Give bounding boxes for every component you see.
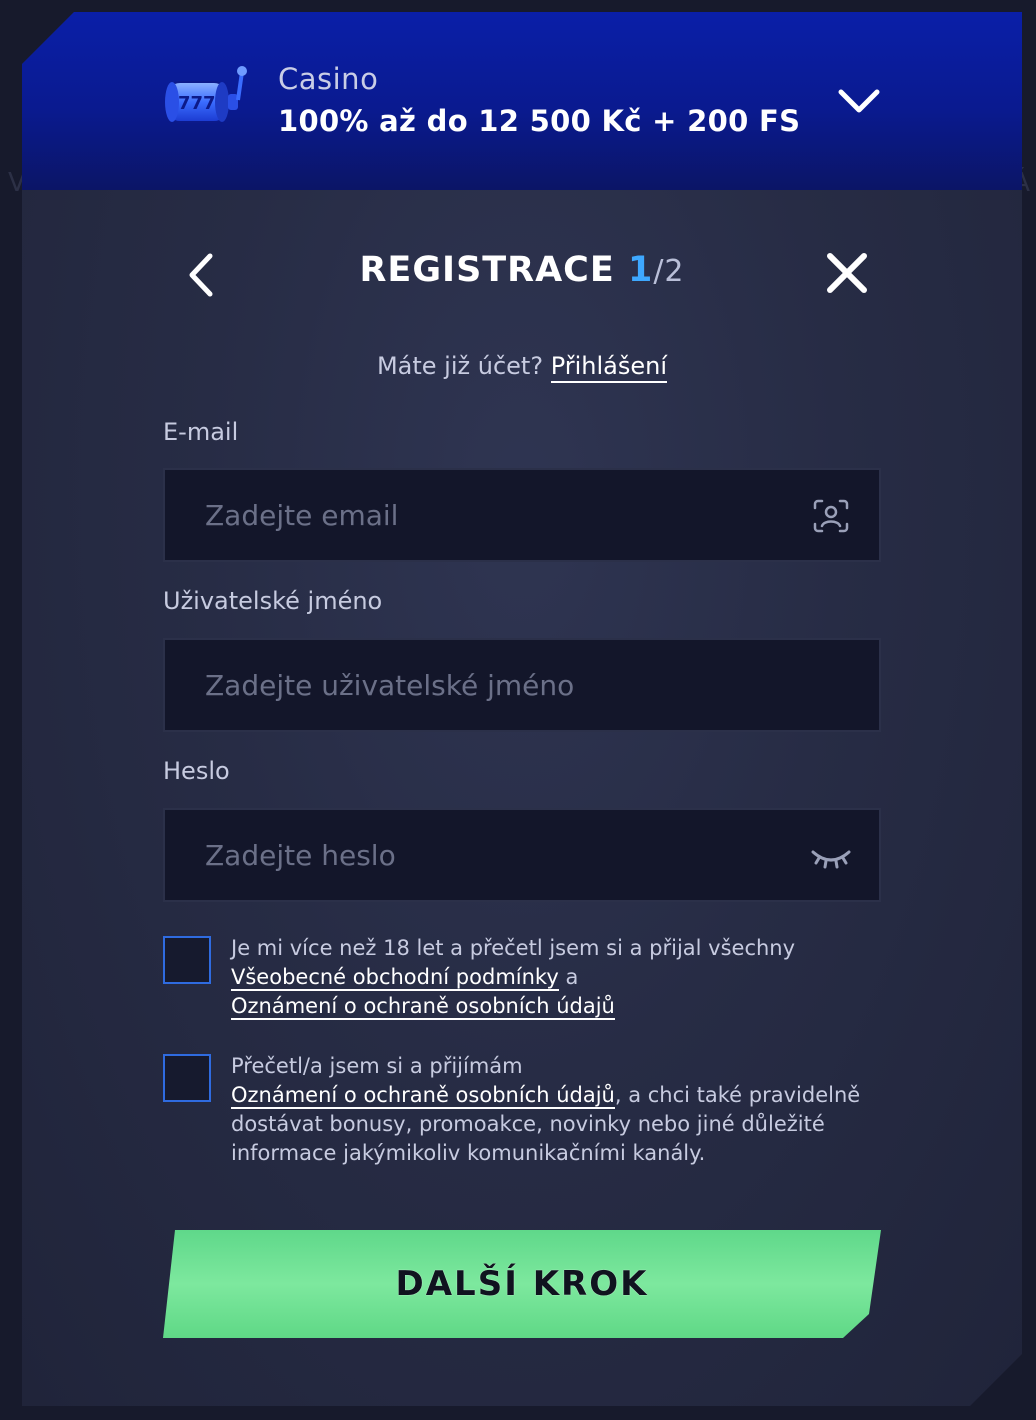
email-label: E-mail — [163, 418, 239, 446]
step-total: /2 — [653, 254, 685, 289]
title-text: REGISTRACE — [359, 250, 615, 290]
username-field[interactable] — [165, 640, 879, 730]
user-scan-icon — [813, 499, 849, 533]
terms-link[interactable]: Všeobecné obchodní podmínky — [231, 965, 559, 991]
age-consent-checkbox[interactable] — [163, 936, 211, 984]
email-field-wrapper — [163, 468, 881, 562]
slot-machine-icon: 777 — [165, 66, 247, 123]
bonus-title: 100% až do 12 500 Kč + 200 FS — [278, 104, 801, 138]
next-step-label: DALŠÍ KROK — [395, 1264, 649, 1304]
age-consent-text: Je mi více než 18 let a přečetl jsem si … — [231, 934, 871, 1021]
password-field-wrapper — [163, 808, 881, 902]
password-label: Heslo — [163, 757, 230, 785]
chevron-down-icon[interactable] — [836, 84, 882, 118]
email-field[interactable] — [165, 470, 879, 560]
page-title: REGISTRACE 1/2 — [22, 250, 1022, 290]
marketing-consent-text-before: Přečetl/a jsem si a přijímám — [231, 1054, 523, 1078]
login-prompt: Máte již účet? Přihlášení — [22, 352, 1022, 383]
age-consent-text-before: Je mi více než 18 let a přečetl jsem si … — [231, 936, 796, 960]
password-field[interactable] — [165, 810, 879, 900]
username-field-wrapper — [163, 638, 881, 732]
bonus-selector[interactable]: 777 Casino 100% až do 12 500 Kč + 200 FS — [22, 12, 1022, 190]
eye-closed-icon[interactable] — [811, 838, 851, 874]
age-consent-connector: a — [558, 965, 579, 989]
marketing-consent-text: Přečetl/a jsem si a přijímám Oznámení o … — [231, 1052, 871, 1168]
next-step-button[interactable]: DALŠÍ KROK — [163, 1230, 881, 1338]
svg-text:777: 777 — [178, 93, 216, 114]
marketing-consent-checkbox[interactable] — [163, 1054, 211, 1102]
login-prompt-text: Máte již účet? — [376, 352, 544, 380]
bonus-category: Casino — [278, 62, 379, 96]
close-button[interactable] — [822, 248, 872, 298]
privacy-link[interactable]: Oznámení o ochraně osobních údajů — [231, 994, 615, 1020]
username-label: Uživatelské jméno — [163, 587, 383, 615]
marketing-privacy-link[interactable]: Oznámení o ochraně osobních údajů — [231, 1083, 615, 1109]
login-link[interactable]: Přihlášení — [550, 352, 668, 383]
step-current: 1 — [627, 250, 654, 290]
registration-modal: 777 Casino 100% až do 12 500 Kč + 200 FS… — [22, 12, 1022, 1406]
